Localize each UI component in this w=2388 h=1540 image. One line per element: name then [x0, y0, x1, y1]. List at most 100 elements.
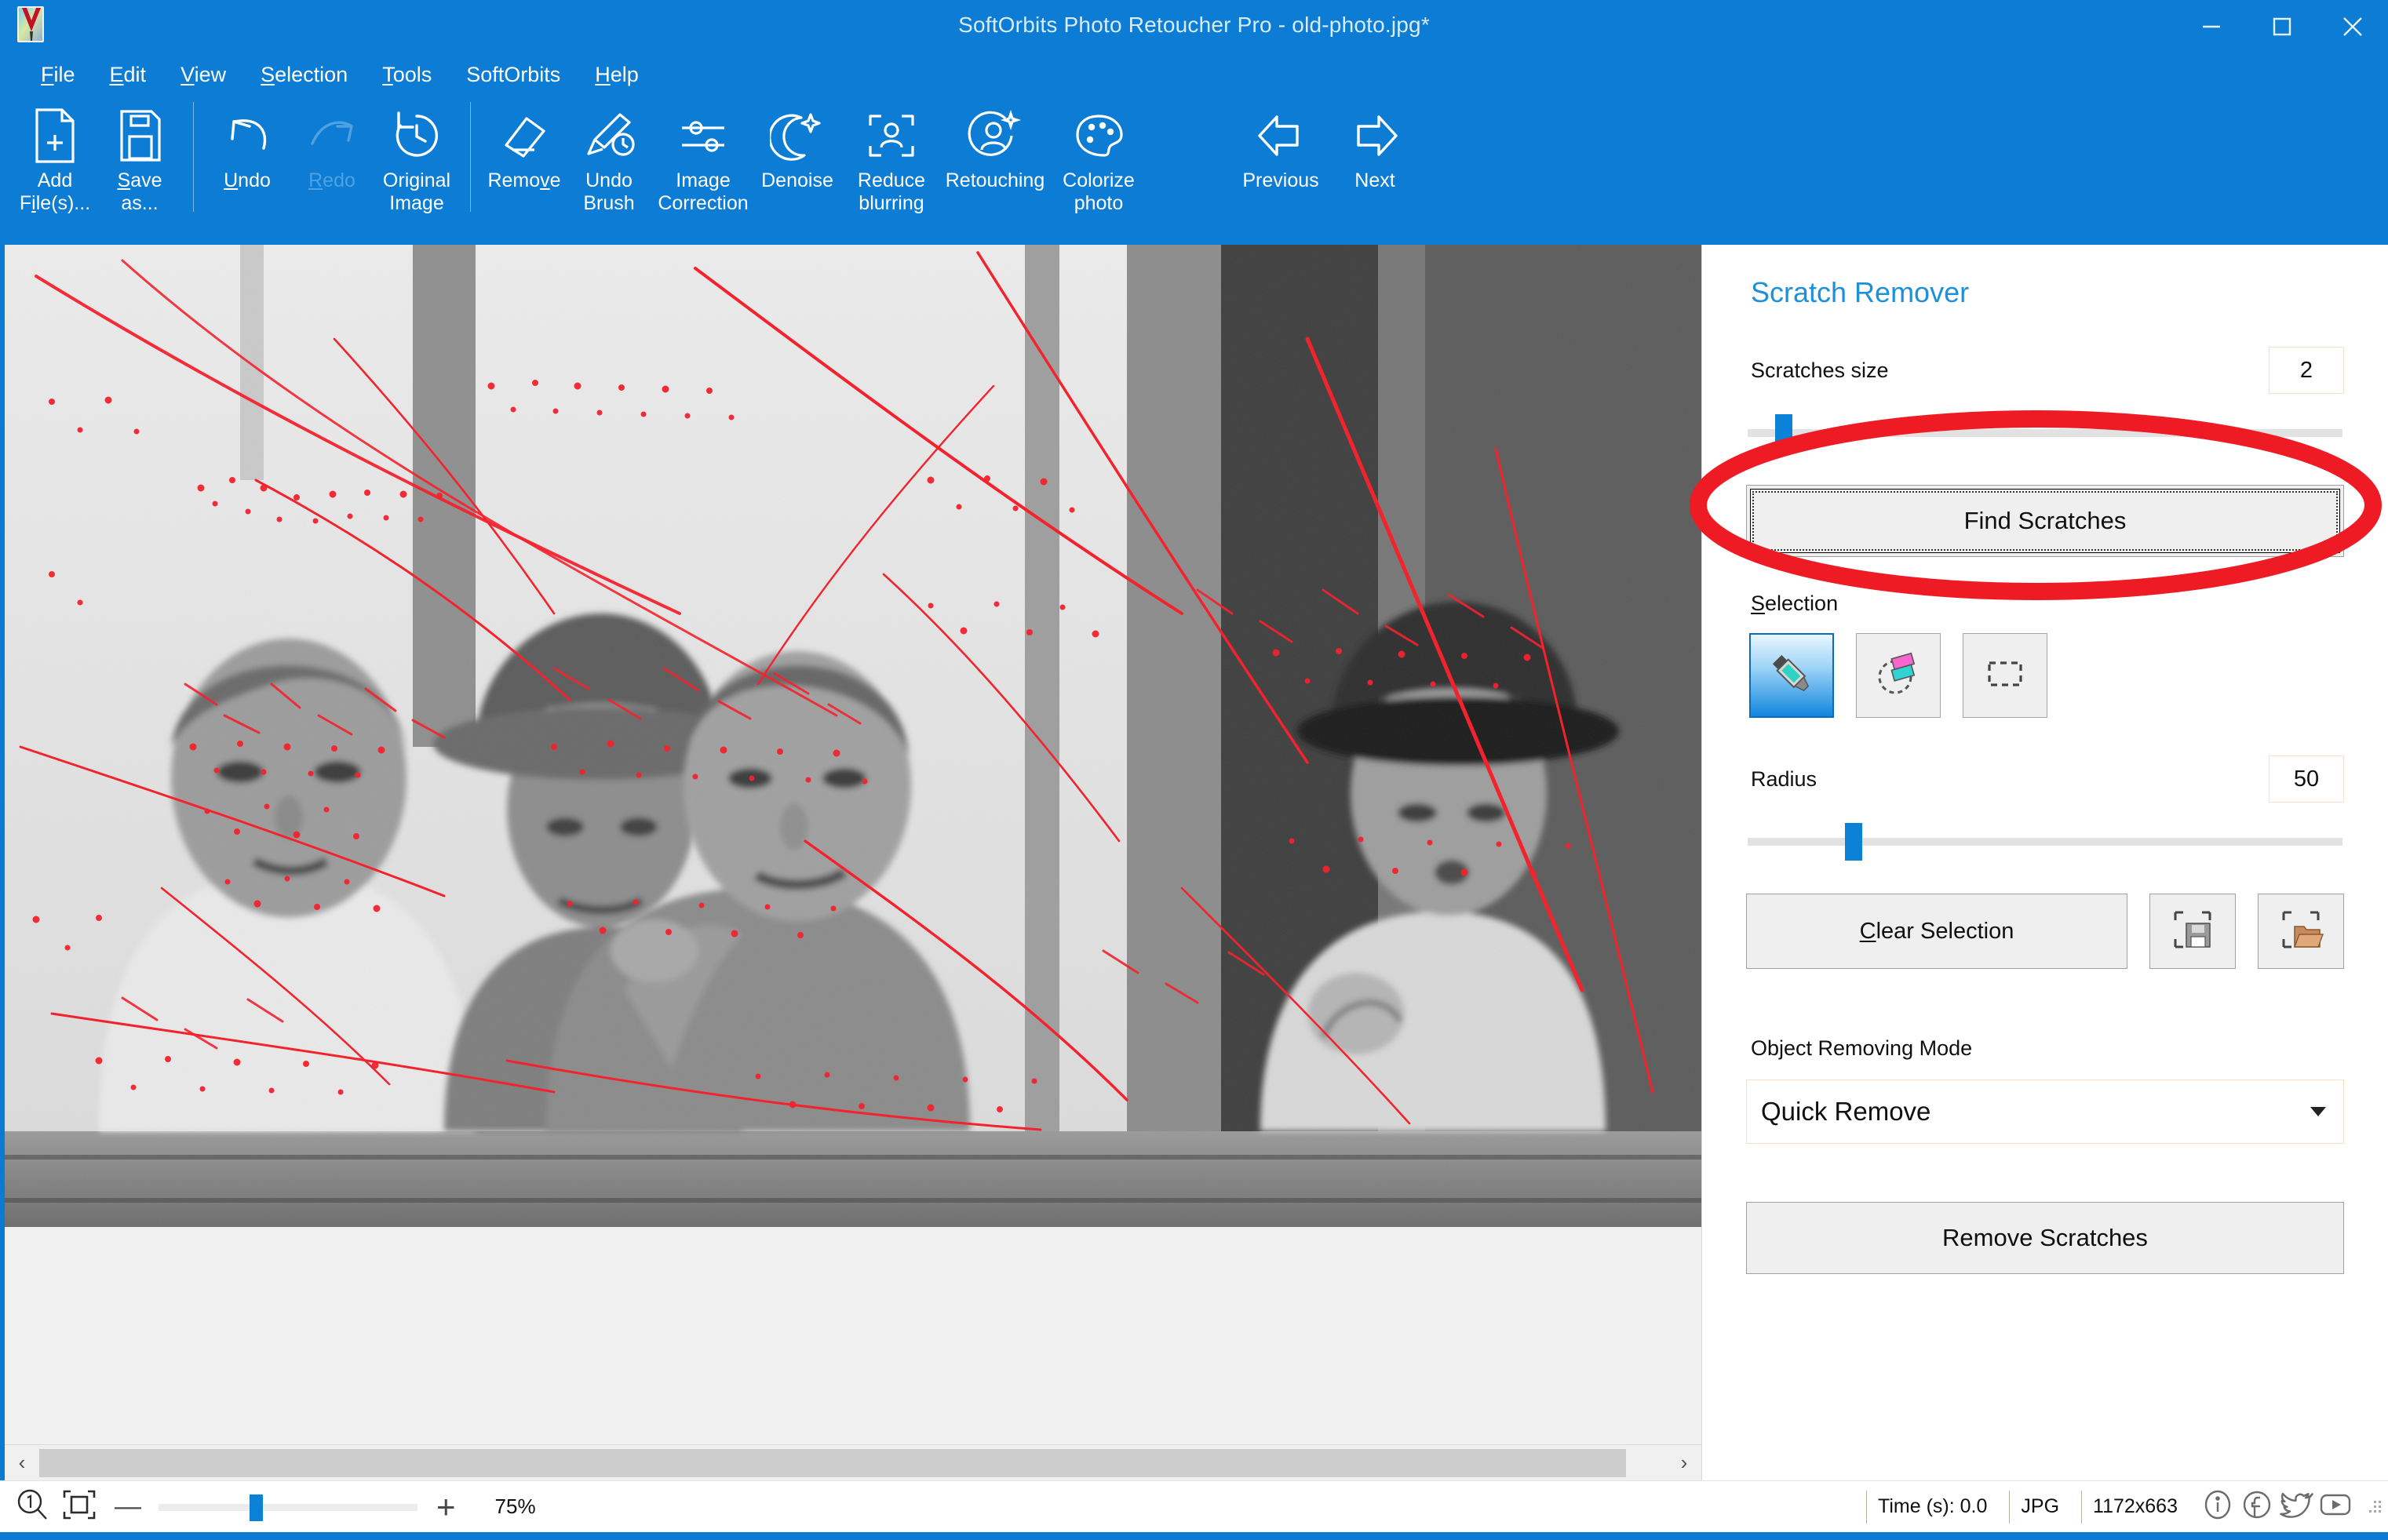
title-bar: SoftOrbits Photo Retoucher Pro - old-pho… [0, 0, 2388, 53]
toolbar-reduce-blurring-button[interactable]: Reduce blurring [840, 96, 943, 215]
rectangle-select-tool-button[interactable] [1963, 633, 2047, 718]
close-button[interactable] [2317, 0, 2388, 53]
toolbar-denoise-label: Denoise [761, 169, 833, 191]
save-selection-button[interactable] [2149, 894, 2236, 969]
object-removing-mode-label: Object Removing Mode [1751, 1036, 1973, 1060]
window-bottom-border [0, 1532, 2388, 1540]
redo-icon [303, 105, 361, 166]
toolbar-separator-1 [193, 102, 194, 212]
object-removing-mode-value: Quick Remove [1761, 1097, 1931, 1126]
magnifier-1-icon[interactable] [14, 1487, 50, 1527]
scratches-size-slider-thumb[interactable] [1775, 414, 1792, 452]
toolbar-undo-brush-label: Undo Brush [583, 169, 635, 214]
selection-tools [1746, 633, 2344, 718]
toolbar-original-image-button[interactable]: Original Image [374, 96, 459, 215]
toolbar-group-file: Add File(s)... Save as... [13, 96, 182, 237]
radius-value[interactable]: 50 [2269, 755, 2344, 803]
zoom-out-button[interactable]: — [108, 1491, 148, 1522]
toolbar-colorize-photo-button[interactable]: Colorize photo [1047, 96, 1150, 215]
radius-row: Radius 50 [1746, 755, 2344, 803]
marker-tool-button[interactable] [1749, 633, 1834, 718]
resize-grip[interactable] [2360, 1491, 2383, 1523]
load-selection-button[interactable] [2258, 894, 2344, 969]
scrollbar-track[interactable] [39, 1445, 1667, 1480]
canvas-horizontal-scrollbar[interactable]: ‹ › [5, 1444, 1701, 1480]
app-logo-icon [13, 5, 53, 46]
toolbar-image-correction-button[interactable]: Image Correction [651, 96, 755, 215]
scroll-left-arrow-icon[interactable]: ‹ [5, 1446, 39, 1480]
window-title: SoftOrbits Photo Retoucher Pro - old-pho… [958, 13, 1430, 37]
undo-brush-icon [581, 105, 637, 166]
menu-file[interactable]: File [24, 60, 93, 90]
toolbar-save-as-button[interactable]: Save as... [97, 96, 182, 215]
fit-to-screen-icon[interactable] [61, 1488, 97, 1525]
eraser-icon [497, 105, 552, 166]
toolbar-undo-button[interactable]: Undo [205, 96, 290, 192]
toolbar-next-button[interactable]: Next [1333, 96, 1417, 192]
chevron-down-icon[interactable] [2310, 1107, 2326, 1116]
youtube-icon[interactable] [2317, 1487, 2353, 1527]
toolbar-remove-button[interactable]: Remove [482, 96, 567, 192]
eraser-tool-button[interactable] [1856, 633, 1941, 718]
toolbar-retouching-button[interactable]: Retouching [943, 96, 1047, 192]
toolbar-group-tools: Remove Undo Brush Image Correction Denoi… [482, 96, 1150, 237]
radius-slider-thumb[interactable] [1845, 823, 1862, 861]
maximize-button[interactable] [2247, 0, 2317, 53]
zoom-slider[interactable] [159, 1491, 417, 1523]
toolbar-retouching-label: Retouching [945, 169, 1045, 191]
menu-tools[interactable]: Tools [365, 60, 449, 90]
reduce-blurring-icon [864, 105, 919, 166]
toolbar-undo-brush-button[interactable]: Undo Brush [567, 96, 651, 215]
scratches-size-slider-track [1748, 429, 2342, 437]
toolbar-previous-label: Previous [1242, 169, 1319, 191]
retouching-icon [968, 105, 1023, 166]
scrollbar-thumb[interactable] [39, 1448, 1626, 1477]
toolbar-group-navigation: Previous Next [1229, 96, 1417, 237]
status-bar: — + 75% Time (s): 0.0 JPG 1172x663 [0, 1480, 2388, 1532]
object-removing-mode-select[interactable]: Quick Remove [1746, 1079, 2344, 1144]
zoom-in-button[interactable]: + [428, 1488, 464, 1526]
selection-actions-row: Clear Selection [1746, 894, 2344, 969]
radius-slider-track [1748, 838, 2342, 846]
zoom-slider-thumb[interactable] [250, 1494, 263, 1521]
toolbar-redo-button: Redo [290, 96, 374, 192]
menu-softorbits[interactable]: SoftOrbits [449, 60, 578, 90]
radius-slider[interactable] [1746, 820, 2344, 862]
find-scratches-button[interactable]: Find Scratches [1746, 485, 2344, 557]
remove-scratches-label: Remove Scratches [1942, 1224, 2148, 1251]
status-dimensions: 1172x663 [2081, 1490, 2178, 1524]
scratches-size-slider[interactable] [1746, 411, 2344, 453]
menu-edit[interactable]: Edit [93, 60, 164, 90]
scratches-size-value[interactable]: 2 [2269, 347, 2344, 394]
load-selection-icon [2277, 906, 2324, 957]
toolbar-previous-button[interactable]: Previous [1229, 96, 1333, 192]
minimize-button[interactable] [2176, 0, 2247, 53]
clear-selection-button[interactable]: Clear Selection [1746, 894, 2127, 969]
info-icon[interactable] [2200, 1487, 2236, 1527]
remove-scratches-wrap: Remove Scratches [1746, 1202, 2344, 1274]
toolbar-denoise-button[interactable]: Denoise [755, 96, 840, 192]
toolbar-add-files-button[interactable]: Add File(s)... [13, 96, 97, 215]
toolbar-group-history: Undo Redo Original Image [205, 96, 459, 237]
twitter-icon[interactable] [2278, 1487, 2314, 1527]
zoom-slider-track [159, 1503, 417, 1511]
photo-canvas[interactable] [5, 245, 1701, 1227]
main-toolbar: Add File(s)... Save as... Undo Redo Orig… [0, 96, 2388, 245]
status-social-icons [2200, 1487, 2360, 1527]
menu-view[interactable]: View [163, 60, 243, 90]
scroll-right-arrow-icon[interactable]: › [1667, 1446, 1701, 1480]
eraser-selection-icon [1872, 647, 1925, 704]
menu-selection[interactable]: Selection [243, 60, 365, 90]
sliders-icon [676, 105, 731, 166]
canvas-area: ‹ › [0, 245, 1701, 1480]
facebook-icon[interactable] [2239, 1487, 2275, 1527]
toolbar-image-correction-label: Image Correction [658, 169, 749, 214]
menu-help[interactable]: Help [578, 60, 656, 90]
toolbar-remove-label: Remove [487, 169, 561, 191]
save-as-icon [115, 105, 164, 166]
toolbar-original-image-label: Original Image [382, 169, 451, 214]
photo-image [5, 245, 1701, 1227]
status-format: JPG [2009, 1490, 2059, 1524]
remove-scratches-button[interactable]: Remove Scratches [1746, 1202, 2344, 1274]
scratches-size-row: Scratches size 2 [1746, 347, 2344, 394]
